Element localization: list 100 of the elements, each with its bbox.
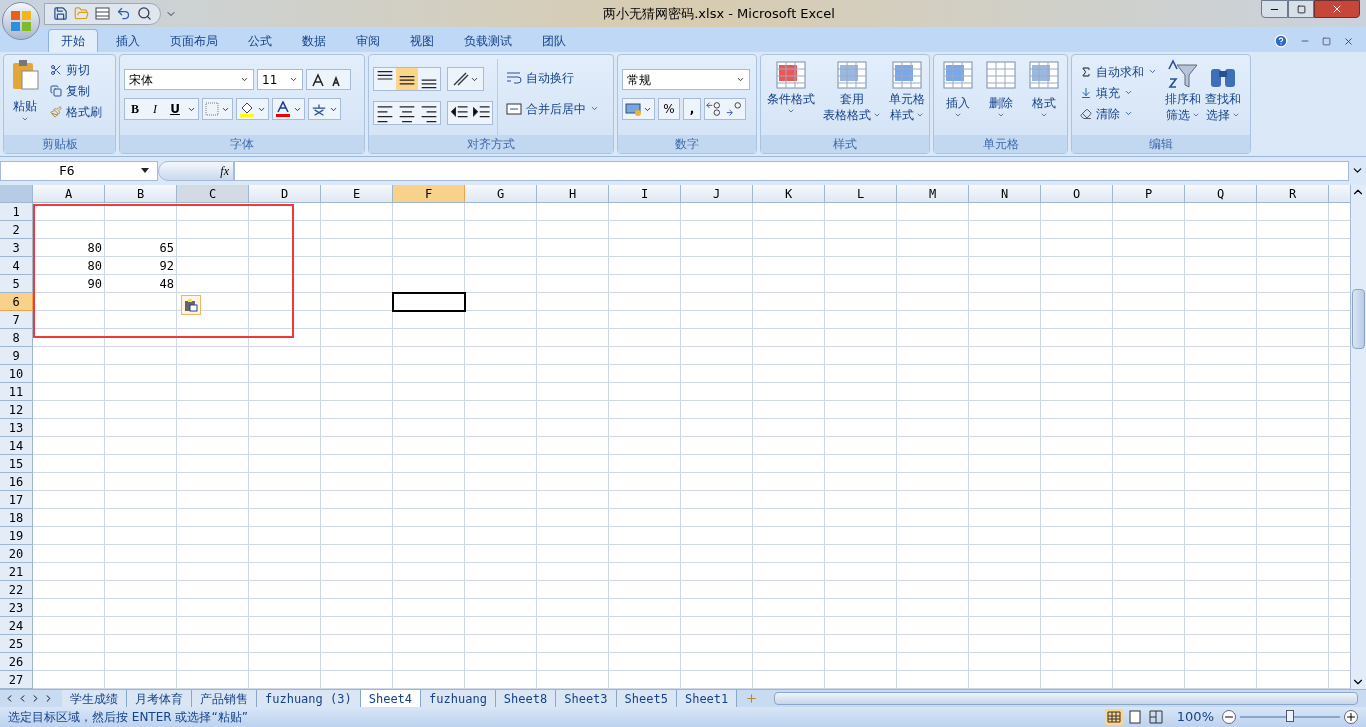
cells-button[interactable]: 格式 [1024, 59, 1063, 135]
column-header[interactable]: C [177, 185, 249, 202]
row-header[interactable]: 9 [0, 347, 33, 365]
magnifier-icon[interactable] [137, 6, 152, 21]
phonetic-button[interactable] [308, 98, 341, 120]
page-break-icon[interactable] [1146, 709, 1165, 725]
font-color-button[interactable] [272, 98, 305, 120]
minimize-button[interactable] [1261, 0, 1288, 18]
horizontal-scroll-thumb[interactable] [774, 692, 1358, 705]
ribbon-tab[interactable]: 团队 [530, 29, 578, 52]
sheet-tab[interactable]: fuzhuang [421, 690, 496, 707]
ribbon-tab[interactable]: 审阅 [344, 29, 392, 52]
style-button[interactable]: 套用 表格格式 [821, 59, 883, 135]
sheet-tab[interactable]: 月考体育 [127, 690, 192, 707]
name-box[interactable]: F6 [0, 160, 158, 181]
currency-button[interactable] [622, 98, 655, 120]
row-header[interactable]: 13 [0, 419, 33, 437]
column-header[interactable]: M [897, 185, 969, 202]
row-header[interactable]: 3 [0, 239, 33, 257]
row-header[interactable]: 20 [0, 545, 33, 563]
row-header[interactable]: 18 [0, 509, 33, 527]
column-header[interactable]: A [33, 185, 105, 202]
grow-font-button[interactable] [306, 69, 351, 90]
close-icon[interactable] [1343, 35, 1354, 47]
row-header[interactable]: 14 [0, 437, 33, 455]
cut-button[interactable]: 剪切 [46, 59, 106, 80]
row-header[interactable]: 15 [0, 455, 33, 473]
row-header[interactable]: 10 [0, 365, 33, 383]
office-button[interactable] [2, 2, 40, 40]
row-header[interactable]: 5 [0, 275, 33, 293]
paste-options-icon[interactable] [181, 295, 201, 315]
ribbon-tab[interactable]: 页面布局 [158, 29, 230, 52]
fill-button[interactable]: 填充 [1076, 82, 1161, 103]
vertical-align-icon[interactable] [396, 68, 418, 90]
zoom-level[interactable]: 100% [1176, 707, 1214, 727]
close-button[interactable] [1314, 0, 1360, 18]
sheet-tab[interactable]: Sheet8 [495, 690, 557, 707]
save-icon[interactable] [53, 6, 68, 21]
row-header[interactable]: 21 [0, 563, 33, 581]
row-header[interactable]: 8 [0, 329, 33, 347]
row-header[interactable]: 27 [0, 671, 33, 689]
column-header[interactable]: L [825, 185, 897, 202]
column-header[interactable]: O [1041, 185, 1113, 202]
bold-button[interactable]: B [125, 99, 145, 119]
column-header[interactable]: G [465, 185, 537, 202]
row-header[interactable]: 6 [0, 293, 33, 311]
column-header[interactable]: J [681, 185, 753, 202]
row-header[interactable]: 7 [0, 311, 33, 329]
paste-button[interactable]: 粘贴 [8, 59, 42, 135]
row-header[interactable]: 19 [0, 527, 33, 545]
zoom-out-icon[interactable] [1222, 710, 1236, 724]
ribbon-tab[interactable]: 数据 [290, 29, 338, 52]
ribbon-tab[interactable]: 公式 [236, 29, 284, 52]
underline-button[interactable]: U [165, 99, 185, 119]
sheet-tab[interactable]: Sheet5 [616, 690, 677, 707]
column-header[interactable]: K [753, 185, 825, 202]
ribbon-tab[interactable]: 负载测试 [452, 29, 524, 52]
percent-button[interactable]: % [658, 98, 680, 120]
column-header[interactable]: P [1113, 185, 1185, 202]
formula-input[interactable] [234, 160, 1349, 181]
row-header[interactable]: 22 [0, 581, 33, 599]
row-header[interactable]: 25 [0, 635, 33, 653]
number-format-dropdown[interactable]: 常规 [622, 69, 750, 90]
row-header[interactable]: 12 [0, 401, 33, 419]
normal-view-icon[interactable] [1104, 709, 1123, 725]
ribbon-tab[interactable]: 视图 [398, 29, 446, 52]
font-family-dropdown[interactable]: 宋体 [124, 69, 254, 90]
row-header[interactable]: 23 [0, 599, 33, 617]
font-size-dropdown[interactable]: 11 [257, 69, 303, 90]
orientation-button[interactable] [447, 67, 484, 91]
restore-button[interactable] [1288, 0, 1314, 18]
wrap-text-button[interactable]: 自动换行 [502, 67, 603, 88]
scroll-thumb[interactable] [1352, 289, 1365, 349]
row-header[interactable]: 4 [0, 257, 33, 275]
italic-button[interactable]: I [145, 99, 165, 119]
insert-function-button[interactable]: fx [220, 161, 229, 180]
help-icon[interactable] [1274, 34, 1288, 48]
sheet-tab[interactable]: fuzhuang (3) [257, 690, 361, 707]
copy-button[interactable]: 复制 [46, 80, 106, 101]
column-header[interactable]: H [537, 185, 609, 202]
sheet-tab[interactable]: Sheet4 [360, 690, 422, 707]
grid-icon[interactable] [95, 6, 110, 21]
row-header[interactable]: 24 [0, 617, 33, 635]
cells-button[interactable]: 删除 [981, 59, 1020, 135]
zoom-slider-thumb[interactable] [1286, 710, 1294, 722]
ribbon-tab[interactable]: 开始 [48, 29, 98, 52]
style-button[interactable]: 条件格式 [765, 59, 817, 135]
merge-center-button[interactable]: 合并后居中 [502, 98, 603, 119]
sheet-tab[interactable]: Sheet3 [556, 690, 617, 707]
column-header[interactable]: B [105, 185, 177, 202]
comma-button[interactable]: , [683, 98, 701, 120]
style-button[interactable]: 单元格 样式 [887, 59, 927, 135]
row-header[interactable]: 1 [0, 203, 33, 221]
column-header[interactable]: Q [1185, 185, 1257, 202]
format-painter-button[interactable]: 格式刷 [46, 101, 106, 122]
sheet-tab[interactable]: 学生成绩 [62, 690, 127, 707]
restore-icon[interactable] [1322, 36, 1331, 46]
find-select-button[interactable]: 查找和 选择 [1205, 59, 1241, 135]
row-header[interactable]: 16 [0, 473, 33, 491]
row-header[interactable]: 11 [0, 383, 33, 401]
